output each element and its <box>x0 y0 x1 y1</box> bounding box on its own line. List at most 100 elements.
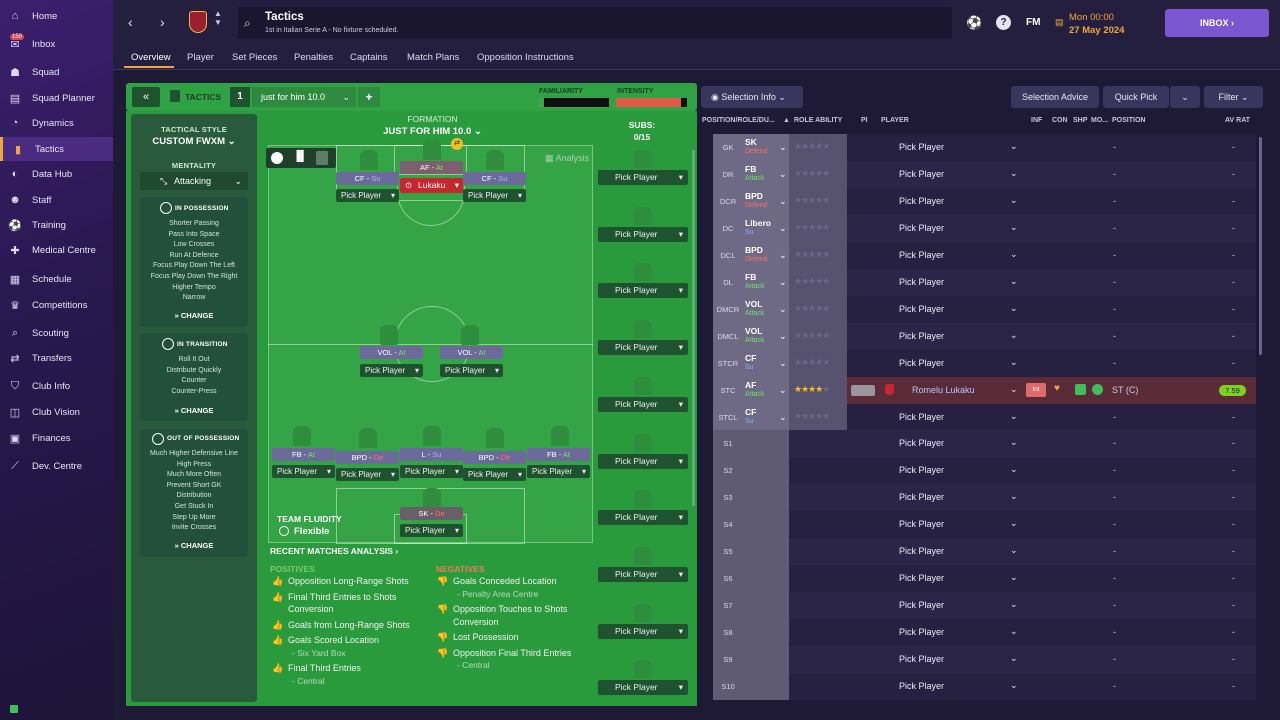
positive-item[interactable]: 👍 Goals from Long-Range Shots <box>272 619 422 632</box>
chevron-down-icon[interactable]: ⌄ <box>1010 680 1018 691</box>
negative-item[interactable]: 👎 Opposition Final Third Entries - Central <box>437 647 587 672</box>
role-af[interactable]: AF - At <box>400 161 463 174</box>
player-name[interactable]: Pick Player <box>899 196 944 206</box>
pick-player-cf-left[interactable]: Pick Player <box>336 189 399 202</box>
chevron-down-icon[interactable]: ⌄ <box>1010 384 1018 395</box>
player-name[interactable]: Pick Player <box>899 304 944 314</box>
chevron-down-icon[interactable]: ⌄ <box>1010 357 1018 368</box>
tactic-selector[interactable]: just for him 10.0 ⌄ <box>252 87 356 107</box>
search-icon[interactable]: ⌕ <box>244 16 251 31</box>
instructions-view-icon[interactable] <box>316 151 328 165</box>
role-selector[interactable]: FB Attack ⌄ <box>743 269 789 296</box>
sidebar-item-finances[interactable]: ▣ Finances <box>0 426 113 450</box>
negative-item[interactable]: 👎 Lost Possession <box>437 631 587 644</box>
negative-item[interactable]: 👎 Goals Conceded Location - Penalty Area C… <box>437 575 587 600</box>
player-name[interactable]: Pick Player <box>899 654 944 664</box>
role-selector[interactable]: CF Su ⌄ <box>743 404 789 431</box>
table-row[interactable]: GK SK Defend ⌄ ★★★★★ - Pick Player ⌄ - <box>713 134 1256 161</box>
tab-player[interactable]: Player <box>187 52 214 63</box>
header-av-rat[interactable]: AV RAT <box>1225 117 1250 124</box>
change-in-transition-button[interactable]: » CHANGE <box>140 406 248 415</box>
role-cf-right[interactable]: CF - Su <box>463 172 526 185</box>
ball-icon[interactable]: ⚽ <box>966 15 982 31</box>
table-row[interactable]: STCR CF Su ⌄ ★★★★★ - Pick Player ⌄ - <box>713 349 1256 377</box>
player-name[interactable]: Pick Player <box>899 546 944 556</box>
sub-pick-player[interactable]: Pick Player <box>598 283 688 299</box>
sidebar-item-transfers[interactable]: ⇄ Transfers <box>0 346 113 370</box>
player-name[interactable]: Pick Player <box>899 412 944 422</box>
sub-pick-player[interactable]: Pick Player <box>598 396 688 412</box>
quick-pick-button[interactable]: Quick Pick <box>1103 86 1169 108</box>
selection-info-dropdown[interactable]: ◉ Selection Info ⌄ <box>701 86 803 108</box>
collapse-panel-icon[interactable]: « <box>132 87 160 107</box>
pick-player-vol-left[interactable]: Pick Player <box>360 364 423 377</box>
sub-pick-player[interactable]: Pick Player <box>598 566 688 582</box>
intensity-bar[interactable] <box>616 98 687 107</box>
player-lukaku[interactable]: ⊙ Lukaku ▾ <box>400 178 463 193</box>
role-bpd-right[interactable]: BPD - De <box>463 451 526 464</box>
chevron-down-icon[interactable]: ⌄ <box>1010 437 1018 448</box>
sidebar-item-club-vision[interactable]: ◫ Club Vision <box>0 400 113 424</box>
role-selector[interactable]: FB Attack ⌄ <box>743 161 789 188</box>
pick-player-libero[interactable]: Pick Player <box>400 465 463 478</box>
analysis-toggle[interactable]: ▦ Analysis <box>545 153 589 164</box>
chevron-down-icon[interactable]: ⌄ <box>1010 491 1018 502</box>
stats-view-icon[interactable]: ▐▌ <box>293 151 307 162</box>
positive-item[interactable]: 👍 Final Third Entries to Shots Conversion <box>272 591 422 616</box>
role-sk[interactable]: SK - De <box>400 507 463 520</box>
chevron-down-icon[interactable]: ⌄ <box>1010 222 1018 233</box>
forward-arrow-icon[interactable]: › <box>160 14 165 30</box>
sort-up-icon[interactable]: ▲ <box>783 117 790 124</box>
inbox-button[interactable]: INBOX › <box>1165 9 1269 37</box>
in-transition-box[interactable]: IN TRANSITION Roll It Out Distribute Quic… <box>140 333 248 421</box>
table-row[interactable]: S4 - Pick Player ⌄ - <box>713 511 1256 539</box>
player-name[interactable]: Pick Player <box>899 519 944 529</box>
pick-player-fb-right[interactable]: Pick Player <box>527 465 590 478</box>
player-view-icon[interactable] <box>271 152 283 164</box>
tab-penalties[interactable]: Penalties <box>294 52 333 63</box>
player-name[interactable]: Pick Player <box>899 600 944 610</box>
tab-captains[interactable]: Captains <box>350 52 388 63</box>
player-name[interactable]: Romelu Lukaku <box>912 385 975 395</box>
sub-pick-player[interactable]: Pick Player <box>598 680 688 696</box>
chevron-down-icon[interactable]: ⌄ <box>1010 545 1018 556</box>
player-name[interactable]: Pick Player <box>899 627 944 637</box>
player-name[interactable]: Pick Player <box>899 250 944 260</box>
sub-pick-player[interactable]: Pick Player <box>598 170 688 185</box>
role-selector[interactable]: CF Su ⌄ <box>743 350 789 377</box>
pick-player-cf-right[interactable]: Pick Player <box>463 189 526 202</box>
header-position[interactable]: POSITION <box>1112 117 1145 124</box>
table-row[interactable]: DR FB Attack ⌄ ★★★★★ - Pick Player ⌄ - <box>713 160 1256 188</box>
player-name[interactable]: Pick Player <box>899 465 944 475</box>
chevron-down-icon[interactable]: ⌄ <box>1010 411 1018 422</box>
in-possession-box[interactable]: IN POSSESSION Shorter Passing Pass Into S… <box>140 197 248 327</box>
positive-item[interactable]: 👍 Goals Scored Location - Six Yard Box <box>272 634 422 659</box>
add-tactic-button[interactable]: + <box>358 87 380 107</box>
change-out-of-possession-button[interactable]: » CHANGE <box>140 541 248 550</box>
status-indicator-icon[interactable] <box>10 705 18 713</box>
out-of-possession-box[interactable]: OUT OF POSSESSION Much Higher Defensive … <box>140 429 248 557</box>
pick-player-vol-right[interactable]: Pick Player <box>440 364 503 377</box>
chevron-down-icon[interactable]: ⌄ <box>1010 599 1018 610</box>
tab-opposition-instructions[interactable]: Opposition Instructions <box>477 52 574 63</box>
sidebar-item-medical-centre[interactable]: ✚ Medical Centre <box>0 238 113 262</box>
sidebar-item-staff[interactable]: ☻ Staff <box>0 188 113 212</box>
chevron-down-icon[interactable]: ⌄ <box>1010 330 1018 341</box>
role-fb-left[interactable]: FB - At <box>272 448 335 461</box>
subs-scrollbar[interactable] <box>692 150 695 506</box>
sub-pick-player[interactable]: Pick Player <box>598 453 688 469</box>
chevron-down-icon[interactable]: ⌄ <box>1010 518 1018 529</box>
table-row[interactable]: S5 - Pick Player ⌄ - <box>713 538 1256 566</box>
sidebar-item-dynamics[interactable]: ◔ Dynamics <box>0 111 113 135</box>
positive-item[interactable]: 👍 Final Third Entries - Central <box>272 662 422 687</box>
header-inf[interactable]: INF <box>1031 117 1042 124</box>
tactic-slot-number[interactable]: 1 <box>230 87 250 107</box>
role-vol-left[interactable]: VOL - At <box>360 346 423 359</box>
player-name[interactable]: Pick Player <box>899 573 944 583</box>
role-selector[interactable]: BPD Defend ⌄ <box>743 188 789 215</box>
pick-player-bpd-left[interactable]: Pick Player <box>336 468 399 481</box>
table-row[interactable]: S10 - Pick Player ⌄ - <box>713 673 1256 700</box>
fm-menu-button[interactable]: FM <box>1026 17 1040 28</box>
table-row[interactable]: DL FB Attack ⌄ ★★★★★ - Pick Player ⌄ - <box>713 268 1256 296</box>
tactical-style-selector[interactable]: CUSTOM FWXM ⌄ <box>131 136 257 147</box>
